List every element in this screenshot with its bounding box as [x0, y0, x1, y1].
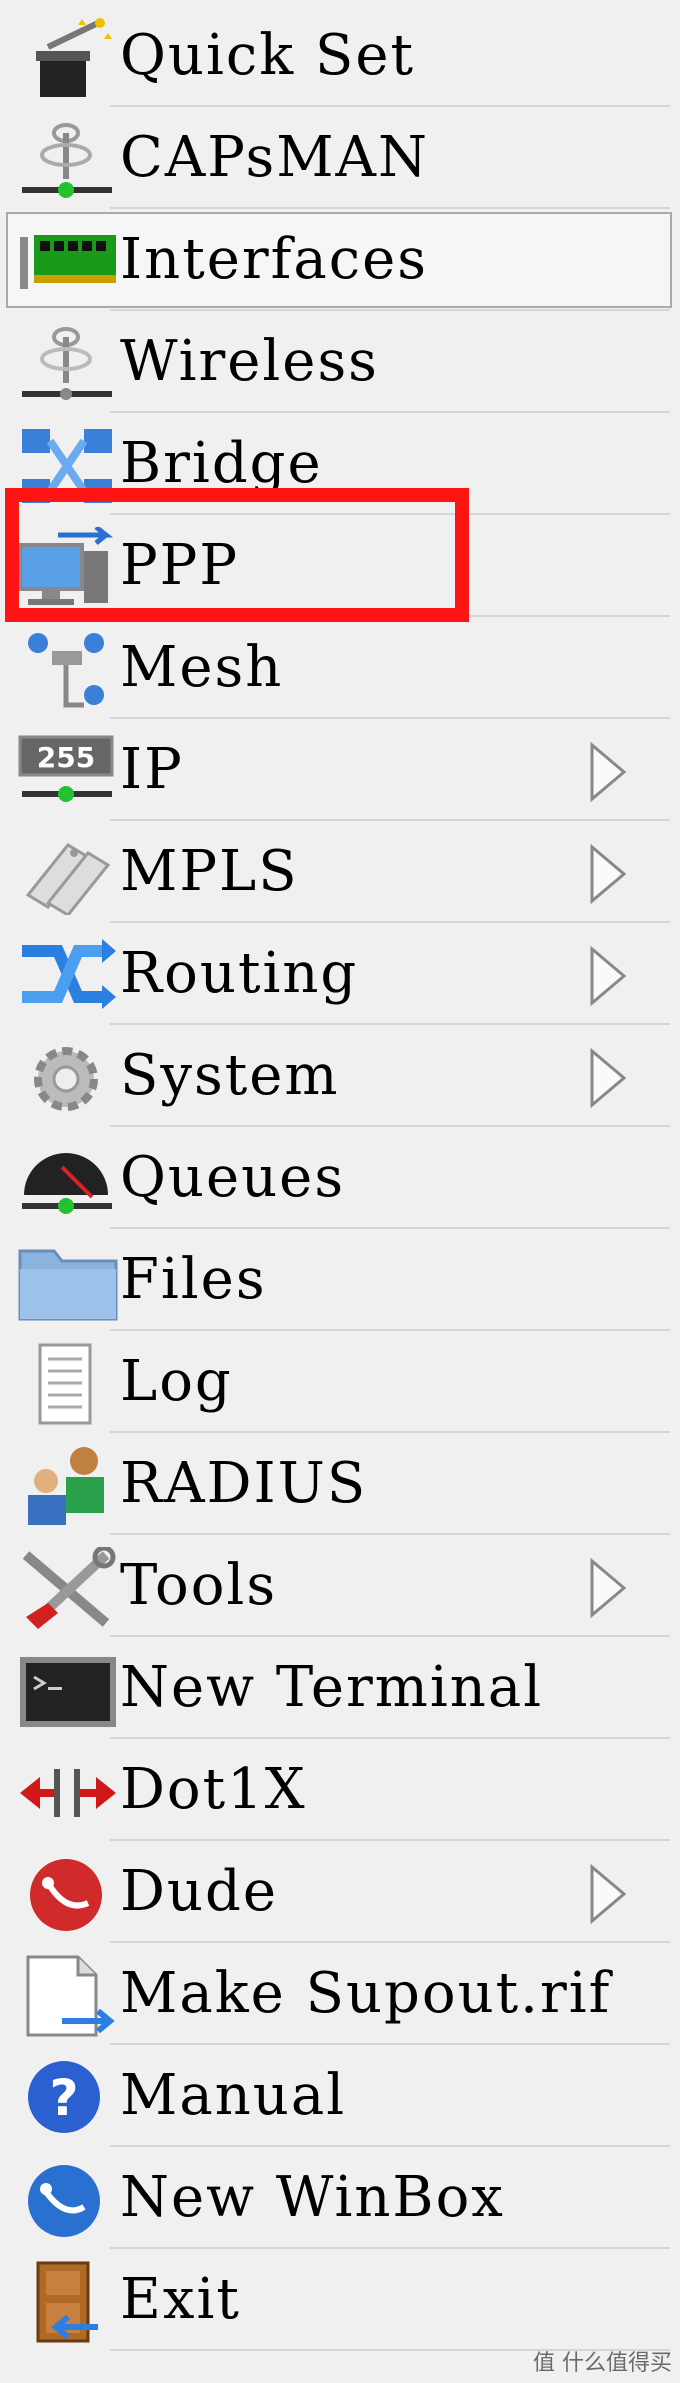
interfaces-icon — [18, 221, 118, 303]
menu-item-dot1x[interactable]: Dot1X — [0, 1739, 680, 1841]
submenu-arrow-icon[interactable] — [588, 1047, 628, 1109]
menu-item-log[interactable]: Log — [0, 1331, 680, 1433]
routing-icon — [18, 935, 118, 1017]
manual-help-icon: ? — [18, 2057, 118, 2139]
menu-item-label: Quick Set — [120, 23, 415, 88]
menu-item-wireless[interactable]: Wireless — [0, 311, 680, 413]
mpls-icon — [18, 833, 118, 917]
radius-users-icon — [18, 1445, 118, 1527]
folder-icon — [18, 1241, 118, 1323]
menu-item-radius[interactable]: RADIUS — [0, 1433, 680, 1535]
menu-item-routing[interactable]: Routing — [0, 923, 680, 1025]
menu-item-manual[interactable]: ? Manual — [0, 2045, 680, 2147]
menu-item-label: CAPsMAN — [120, 125, 429, 190]
menu-item-exit[interactable]: Exit — [0, 2249, 680, 2351]
menu-item-label: IP — [120, 737, 184, 802]
submenu-arrow-icon[interactable] — [588, 741, 628, 803]
menu-item-capsman[interactable]: CAPsMAN — [0, 107, 680, 209]
tools-icon — [18, 1545, 118, 1629]
menu-item-label: New Terminal — [120, 1655, 544, 1720]
mesh-icon — [18, 629, 118, 711]
queues-icon — [18, 1139, 118, 1221]
menu-item-interfaces[interactable]: Interfaces — [0, 209, 680, 311]
winbox-icon — [18, 2159, 118, 2241]
menu-item-label: Exit — [120, 2267, 241, 2332]
system-gear-icon — [18, 1037, 118, 1119]
menu-item-label: New WinBox — [120, 2165, 505, 2230]
menu-item-tools[interactable]: Tools — [0, 1535, 680, 1637]
dot1x-icon — [18, 1751, 118, 1833]
exit-door-icon — [18, 2261, 118, 2343]
menu-item-label: Make Supout.rif — [120, 1961, 612, 2026]
menu-item-label: MPLS — [120, 839, 299, 904]
menu-item-mpls[interactable]: MPLS — [0, 821, 680, 923]
menu-item-quick-set[interactable]: Quick Set — [0, 5, 680, 107]
menu-item-label: Interfaces — [120, 227, 428, 292]
menu-item-make-supout-rif[interactable]: Make Supout.rif — [0, 1943, 680, 2045]
menu-item-new-winbox[interactable]: New WinBox — [0, 2147, 680, 2249]
menu-item-label: System — [120, 1043, 340, 1108]
menu-item-mesh[interactable]: Mesh — [0, 617, 680, 719]
terminal-icon — [18, 1649, 118, 1731]
supout-file-icon — [18, 1955, 118, 2037]
menu-item-label: Manual — [120, 2063, 347, 2128]
menu-item-ip[interactable]: 255 IP — [0, 719, 680, 821]
menu-item-new-terminal[interactable]: New Terminal — [0, 1637, 680, 1739]
menu-item-label: Queues — [120, 1145, 346, 1210]
svg-text:?: ? — [49, 2069, 78, 2127]
submenu-arrow-icon[interactable] — [588, 1557, 628, 1619]
menu-item-label: Tools — [120, 1553, 278, 1618]
menu-item-label: Files — [120, 1247, 267, 1312]
menu-item-label: Log — [120, 1349, 233, 1414]
wireless-icon — [18, 323, 118, 405]
ip-icon: 255 — [18, 731, 118, 813]
quick-set-icon — [18, 17, 118, 99]
menu-item-label: RADIUS — [120, 1451, 368, 1516]
watermark: 值 什么值得买 — [533, 2351, 672, 2376]
menu-item-label: Wireless — [120, 329, 379, 394]
menu-item-label: Routing — [120, 941, 359, 1006]
dude-icon — [18, 1853, 118, 1935]
menu-item-queues[interactable]: Queues — [0, 1127, 680, 1229]
submenu-arrow-icon[interactable] — [588, 945, 628, 1007]
menu-item-dude[interactable]: Dude — [0, 1841, 680, 1943]
submenu-arrow-icon[interactable] — [588, 1863, 628, 1925]
menu-item-label: Dude — [120, 1859, 278, 1924]
winbox-side-menu: Quick Set CAPsMAN Interfaces Wireless Bridge… — [0, 0, 680, 2383]
highlight-annotation-box — [5, 488, 469, 622]
menu-item-label: Dot1X — [120, 1757, 307, 1822]
menu-item-system[interactable]: System — [0, 1025, 680, 1127]
log-icon — [18, 1343, 118, 1425]
menu-item-label: Mesh — [120, 635, 284, 700]
svg-text:255: 255 — [37, 741, 95, 774]
menu-item-files[interactable]: Files — [0, 1229, 680, 1331]
submenu-arrow-icon[interactable] — [588, 843, 628, 905]
capsman-icon — [18, 119, 118, 201]
